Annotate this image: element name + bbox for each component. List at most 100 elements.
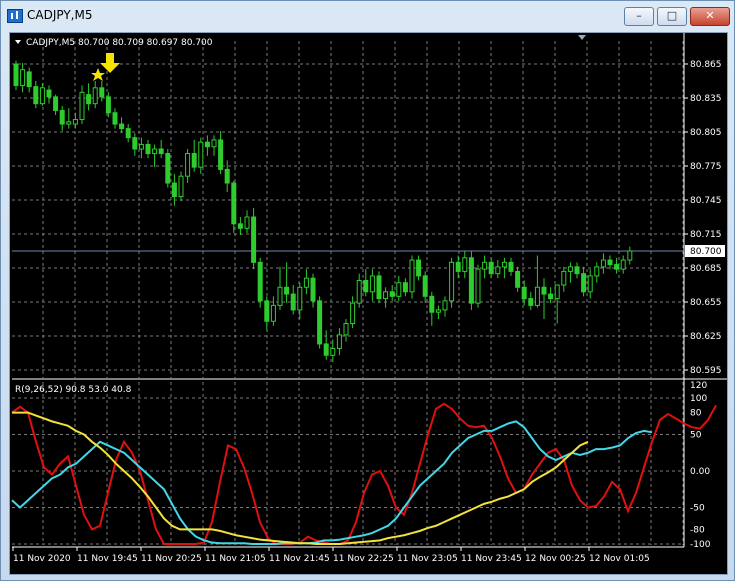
candle-body [86,94,92,105]
candle-body [330,347,336,356]
candle-body [99,87,105,98]
time-tick-label: 11 Nov 21:05 [205,554,266,564]
candle-body [323,343,329,356]
candle-body [475,268,481,304]
candle-body [224,168,230,184]
candle-body [356,279,362,304]
candle-body [39,87,45,105]
candle-body [158,148,164,155]
time-tick-label: 12 Nov 01:05 [589,554,650,564]
sell-arrow-icon [100,53,120,73]
candle-body [567,266,573,272]
chart-app-icon [7,9,23,23]
indicator-tick-label: 0.00 [690,467,710,477]
candle-body [389,291,395,297]
candle-body [191,153,197,168]
candle-body [33,86,39,105]
candle-body [495,266,501,275]
indicator-tick-label: 50 [690,431,702,441]
current-price-label: 80.700 [690,247,722,257]
candle-body [92,87,98,105]
price-tick-label: 80.805 [690,128,722,138]
minimize-button[interactable]: – [624,7,654,26]
time-tick-label: 11 Nov 23:05 [397,554,458,564]
price-tick-label: 80.595 [690,366,722,376]
candle-body [132,137,138,150]
indicator-tick-label: -50 [690,504,705,514]
candle-body [561,270,567,286]
time-tick-label: 11 Nov 22:25 [333,554,394,564]
candle-body [72,119,78,125]
candle-body [171,182,177,198]
price-tick-label: 80.745 [690,196,722,206]
maximize-button[interactable]: □ [657,7,687,26]
candle-body [607,259,613,266]
candle-body [317,300,323,345]
title-bar[interactable]: CADJPY,M5 – □ ✕ [1,1,734,31]
candle-body [178,175,184,198]
indicator-tick-label: 100 [690,394,707,404]
indicator-tick-label: -80 [690,525,705,535]
time-tick-label: 11 Nov 2020 [13,554,71,564]
candle-body [554,284,560,300]
indicator-tick-label: 80 [690,409,702,419]
indicator-line-yellow [12,411,589,545]
price-tick-label: 80.715 [690,230,722,240]
candle-body [211,139,217,148]
candle-body [218,139,224,170]
chart-canvas[interactable]: 80.865 80.835 80.805 80.775 80.745 80.715 80.6… [10,33,727,574]
candle-body [343,323,349,336]
price-tick-label: 80.685 [690,264,722,274]
candle-body [581,273,587,293]
candle-body [508,261,514,272]
candle-body [376,275,382,300]
candle-body [369,275,375,293]
candle-body [614,264,620,270]
candle-body [257,261,263,302]
candle-body [138,143,144,150]
candle-body [26,71,32,88]
close-button[interactable]: ✕ [690,7,730,26]
candle-body [290,293,296,311]
candle-body [455,261,461,272]
candle-body [442,300,448,311]
indicator-line-red [11,402,717,545]
candle-body [587,275,593,293]
candle-body [462,257,468,272]
window-title: CADJPY,M5 [27,8,93,22]
candle-body [488,261,494,275]
candle-body [59,109,65,125]
candle-body [46,89,52,98]
candle-body [79,91,85,121]
candle-body [350,302,356,325]
candle-body [204,141,210,148]
candle-body [13,63,19,87]
candle-body [303,277,309,288]
candle-body [541,286,547,295]
candle-body [165,153,171,184]
candle-body [363,279,369,293]
candle-body [152,148,158,155]
candle-body [336,334,342,349]
chart-menu-icon [15,40,21,44]
candle-body [264,300,270,322]
indicator-tick-label: 120 [690,381,707,391]
time-tick-label: 11 Nov 20:25 [141,554,202,564]
candle-body [20,69,26,87]
candle-body [66,121,72,125]
candle-body [231,182,237,225]
shift-marker-icon [578,35,586,40]
candle-body [277,286,283,306]
candle-body [627,250,633,261]
chart-area[interactable]: 80.865 80.835 80.805 80.775 80.745 80.715 80.6… [9,32,728,575]
terminal-window: CADJPY,M5 – □ ✕ 80.865 80.835 80.805 80.775… [0,0,735,581]
price-tick-label: 80.865 [690,60,722,70]
candle-body [594,266,600,277]
candle-body [145,143,151,155]
indicator-line-cyan [11,420,653,545]
time-tick-label: 11 Nov 23:45 [461,554,522,564]
candle-body [310,277,316,302]
candle-body [528,298,534,306]
candle-body [53,96,59,111]
candle-body [600,259,606,268]
